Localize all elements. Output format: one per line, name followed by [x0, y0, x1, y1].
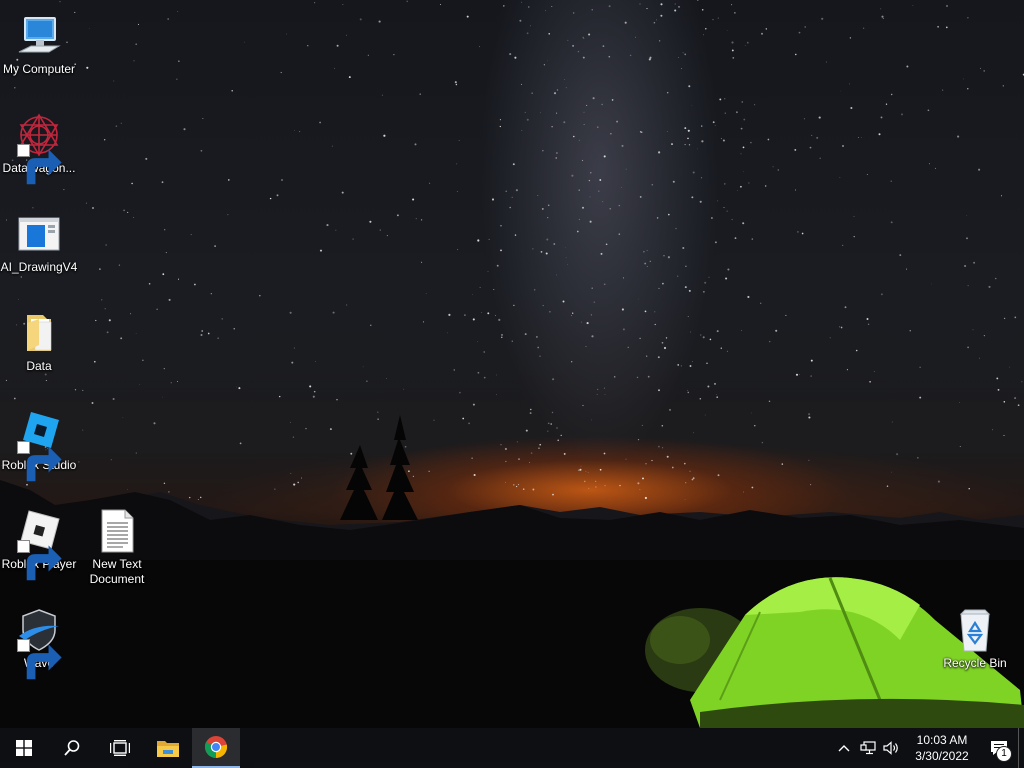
datawagon-icon: [15, 111, 63, 185]
text-document-icon: [93, 507, 141, 555]
chevron-up-icon: [838, 745, 850, 752]
file-explorer-icon: [157, 741, 179, 757]
show-hidden-icons-button[interactable]: [832, 728, 856, 768]
search-icon: [64, 740, 80, 756]
taskbar: 10:03 AM 3/30/2022 1: [0, 728, 1024, 768]
clock[interactable]: 10:03 AM 3/30/2022: [904, 732, 980, 764]
app-window-icon: [15, 210, 63, 258]
start-icon: [16, 740, 32, 756]
volume-icon: [883, 741, 898, 755]
desktop-icon-my-computer[interactable]: My Computer: [0, 6, 78, 77]
desktop-icon-label: New Text Document: [89, 557, 145, 586]
desktop-icon-data-folder[interactable]: Data: [0, 303, 78, 374]
recycle-bin-icon: [951, 606, 999, 654]
network-icon: [860, 741, 876, 755]
show-desktop-button[interactable]: [1018, 728, 1024, 768]
desktop-icon-recycle-bin[interactable]: Recycle Bin: [936, 600, 1014, 671]
shortcut-arrow-icon: [17, 144, 62, 185]
network-button[interactable]: [856, 728, 880, 768]
shortcut-arrow-icon: [17, 639, 62, 680]
desktop-icon-label: My Computer: [2, 62, 76, 76]
desktop-icon-datawagon[interactable]: DataWagon...: [0, 105, 78, 185]
clock-date: 3/30/2022: [915, 749, 969, 763]
shortcut-arrow-icon: [17, 540, 62, 581]
chrome-button[interactable]: [192, 728, 240, 768]
desktop-wallpaper: [0, 0, 1024, 728]
file-explorer-button[interactable]: [144, 728, 192, 768]
mountains-and-tent: [0, 415, 1024, 728]
task-view-icon: [110, 740, 130, 756]
roblox-studio-icon: [15, 408, 63, 482]
system-tray: 10:03 AM 3/30/2022 1: [832, 728, 1024, 768]
desktop-icon-roblox-player[interactable]: Roblox Player: [0, 501, 78, 581]
desktop-icon-label: AI_DrawingV4: [0, 260, 78, 274]
clock-time: 10:03 AM: [916, 733, 968, 747]
volume-button[interactable]: [880, 728, 904, 768]
roblox-player-icon: [15, 507, 63, 581]
desktop-icon-ai-drawing[interactable]: AI_DrawingV4: [0, 204, 78, 275]
folder-icon: [15, 309, 63, 357]
shortcut-arrow-icon: [17, 441, 62, 482]
my-computer-icon: [15, 12, 63, 60]
task-view-button[interactable]: [96, 728, 144, 768]
chrome-icon: [204, 736, 228, 759]
desktop-icon-roblox-studio[interactable]: Roblox Studio: [0, 402, 78, 482]
start-button[interactable]: [0, 728, 48, 768]
wave-icon: [15, 606, 63, 680]
notification-count-badge: 1: [996, 746, 1012, 762]
desktop-icon-new-text-document[interactable]: New Text Document: [78, 501, 156, 587]
desktop-icon-label: Recycle Bin: [943, 656, 1007, 670]
desktop-icon-wave[interactable]: Wave: [0, 600, 78, 680]
search-button[interactable]: [48, 728, 96, 768]
action-center-button[interactable]: 1: [980, 728, 1018, 768]
desktop-icon-label: Data: [26, 359, 52, 373]
